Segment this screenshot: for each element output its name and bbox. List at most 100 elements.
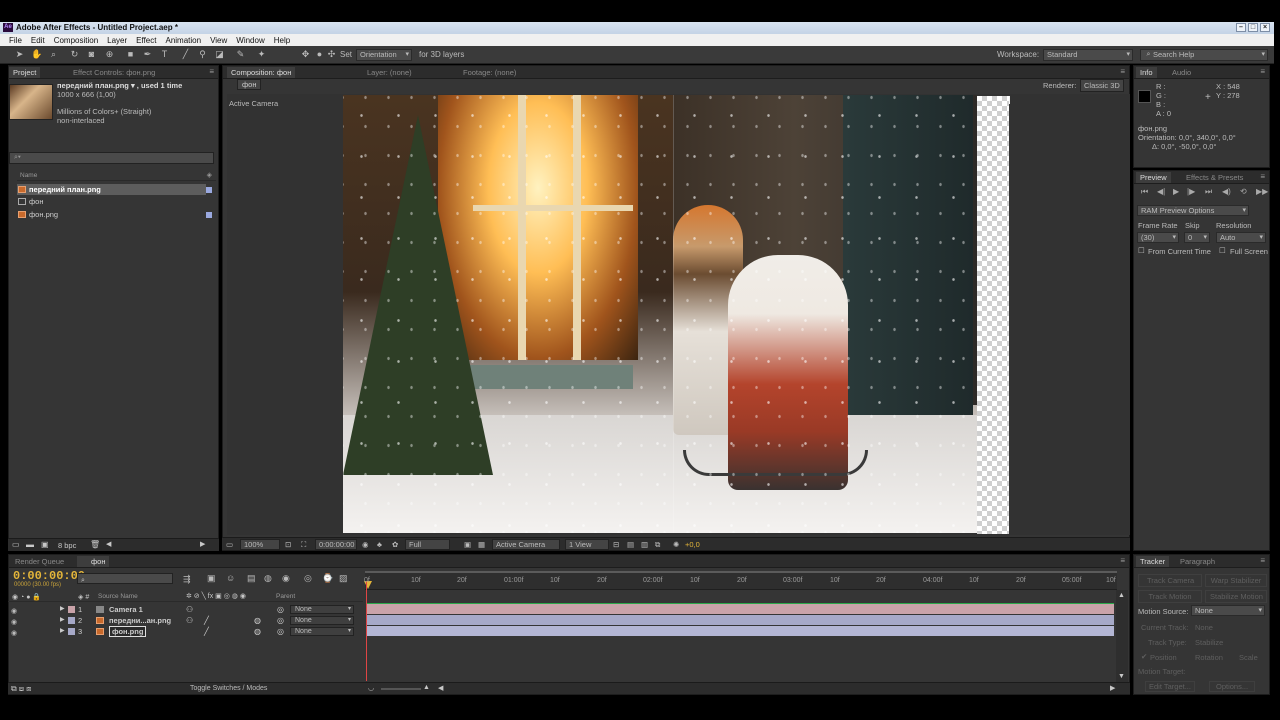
region-of-interest-icon[interactable]: ▣: [464, 539, 471, 550]
3d-layer-switch-icon[interactable]: ◍: [254, 615, 261, 626]
column-name[interactable]: Name: [20, 172, 37, 179]
ram-preview-icon[interactable]: ▶▶: [1256, 187, 1268, 196]
menu-layer[interactable]: Layer: [107, 36, 127, 45]
tab-effect-controls[interactable]: Effect Controls: фон.png: [69, 67, 159, 78]
menu-composition[interactable]: Composition: [54, 36, 98, 45]
selection-tool-icon[interactable]: ➤: [14, 49, 25, 60]
layer-name[interactable]: передни...ан.png: [109, 615, 171, 626]
parent-dropdown[interactable]: None: [290, 627, 354, 636]
world-axis-icon[interactable]: ●: [314, 49, 325, 60]
render-icons[interactable]: ⧉ ⧈ ⧇: [11, 684, 31, 694]
show-snapshot-icon[interactable]: ♣: [377, 539, 382, 550]
hide-shy-layers-icon[interactable]: ☺: [226, 573, 235, 583]
renderer-button[interactable]: Classic 3D: [1080, 79, 1124, 92]
audio-icon[interactable]: ◀): [1222, 187, 1231, 196]
trash-icon[interactable]: 🗑: [90, 540, 100, 549]
layer-name-editing[interactable]: фон.png: [109, 626, 147, 637]
new-folder-icon[interactable]: ▬: [26, 540, 34, 549]
play-icon[interactable]: ▶: [1173, 187, 1179, 196]
panel-menu-icon[interactable]: ≡: [1260, 67, 1265, 76]
tab-render-queue[interactable]: Render Queue: [11, 556, 68, 567]
last-frame-icon[interactable]: ⏭: [1205, 187, 1212, 197]
roto-brush-tool-icon[interactable]: ✎: [235, 49, 246, 60]
scroll-left-icon[interactable]: ◀: [438, 684, 443, 692]
work-area-bar[interactable]: [365, 571, 1117, 573]
column-parent[interactable]: Parent: [276, 593, 295, 600]
project-item[interactable]: передний план.png: [17, 184, 212, 195]
workspace-dropdown[interactable]: Standard: [1043, 49, 1133, 61]
full-screen-checkbox[interactable]: ☐: [1219, 246, 1226, 255]
tab-info[interactable]: Info: [1136, 67, 1157, 78]
options-button[interactable]: Options...: [1209, 681, 1256, 692]
auto-keyframe-icon[interactable]: ◎: [304, 573, 312, 584]
type-tool-icon[interactable]: T: [159, 49, 170, 60]
tab-composition[interactable]: Composition: фон: [227, 67, 296, 78]
parent-dropdown[interactable]: None: [290, 616, 354, 625]
view-dropdown[interactable]: Active Camera: [492, 539, 560, 550]
loop-icon[interactable]: ⟲: [1240, 187, 1247, 196]
skip-dropdown[interactable]: 0: [1184, 232, 1210, 243]
scroll-right-icon[interactable]: ▶: [200, 540, 205, 548]
panel-menu-icon[interactable]: ≡: [1120, 556, 1125, 565]
project-search-input[interactable]: ⌕▾: [9, 152, 214, 164]
ram-preview-options-dropdown[interactable]: RAM Preview Options: [1137, 205, 1249, 216]
scroll-up-icon[interactable]: ▲: [1118, 592, 1125, 599]
project-item[interactable]: фон: [17, 196, 206, 207]
menu-edit[interactable]: Edit: [31, 36, 45, 45]
layer-bar-camera[interactable]: [367, 604, 1114, 614]
menu-effect[interactable]: Effect: [136, 36, 156, 45]
timeline-scrollbar[interactable]: ▲ ▼: [1116, 590, 1128, 682]
clone-stamp-tool-icon[interactable]: ⚲: [197, 49, 208, 60]
tab-footage[interactable]: Footage: (none): [459, 67, 520, 78]
bit-depth-button[interactable]: 8 bpc: [58, 541, 76, 550]
tab-timeline-comp[interactable]: фон: [77, 556, 110, 567]
timeline-current-time[interactable]: 0:00:00:00: [13, 569, 85, 583]
hand-tool-icon[interactable]: ✋: [31, 49, 42, 60]
camera-tool-icon[interactable]: ◙: [86, 49, 97, 60]
tab-paragraph[interactable]: Paragraph: [1176, 556, 1219, 567]
panel-menu-icon[interactable]: ≡: [1120, 67, 1125, 76]
new-composition-icon[interactable]: ▣: [41, 540, 49, 549]
region-icon[interactable]: ⛶: [301, 539, 306, 550]
minimize-icon[interactable]: –: [1236, 23, 1246, 32]
tab-effects-presets[interactable]: Effects & Presets: [1182, 172, 1247, 183]
shy-switch-icon[interactable]: ⚇: [186, 604, 193, 615]
menu-help[interactable]: Help: [274, 36, 290, 45]
tab-layer[interactable]: Layer: (none): [363, 67, 416, 78]
menu-window[interactable]: Window: [236, 36, 264, 45]
zoom-in-icon[interactable]: ▲: [423, 684, 430, 691]
parent-dropdown[interactable]: None: [290, 605, 354, 614]
zoom-slider[interactable]: [381, 688, 421, 690]
scroll-left-icon[interactable]: ◀: [106, 540, 111, 548]
motion-source-dropdown[interactable]: None: [1191, 605, 1265, 616]
layer-bar[interactable]: [367, 615, 1114, 625]
menu-file[interactable]: File: [9, 36, 22, 45]
frame-rate-dropdown[interactable]: (30): [1137, 232, 1179, 243]
layer-name[interactable]: Camera 1: [109, 604, 143, 615]
frame-blending-icon[interactable]: ▤: [247, 573, 256, 584]
always-preview-icon[interactable]: ▭: [226, 539, 233, 550]
puppet-tool-icon[interactable]: ✦: [256, 49, 267, 60]
brush-tool-icon[interactable]: ╱: [180, 49, 191, 60]
pen-tool-icon[interactable]: ✒: [142, 49, 153, 60]
tab-tracker[interactable]: Tracker: [1136, 556, 1170, 567]
panel-menu-icon[interactable]: ≡: [1260, 556, 1265, 565]
position-checkbox[interactable]: ✔: [1141, 652, 1147, 661]
column-source-name[interactable]: Source Name: [98, 593, 138, 600]
scroll-down-icon[interactable]: ▼: [1118, 673, 1125, 680]
timeline-icon[interactable]: ▥: [641, 539, 648, 550]
graph-icon[interactable]: ▨: [339, 573, 348, 584]
tab-preview[interactable]: Preview: [1136, 172, 1171, 183]
label-column-icon[interactable]: ◈: [207, 171, 212, 179]
expand-icon[interactable]: ▶: [60, 615, 65, 626]
composition-image[interactable]: [343, 95, 977, 533]
panel-menu-icon[interactable]: ≡: [209, 67, 214, 76]
label-color-swatch[interactable]: [206, 212, 212, 218]
fast-previews-icon[interactable]: ▤: [627, 539, 634, 550]
stabilize-motion-button[interactable]: Stabilize Motion: [1205, 590, 1267, 603]
shy-switch-icon[interactable]: ⚇: [186, 615, 193, 626]
track-type-dropdown[interactable]: Stabilize: [1195, 638, 1223, 647]
3d-layer-switch-icon[interactable]: ◍: [254, 626, 261, 637]
toggle-pixel-aspect-icon[interactable]: ⊟: [613, 539, 619, 550]
current-time-field[interactable]: 0:00:00:00: [315, 539, 357, 550]
